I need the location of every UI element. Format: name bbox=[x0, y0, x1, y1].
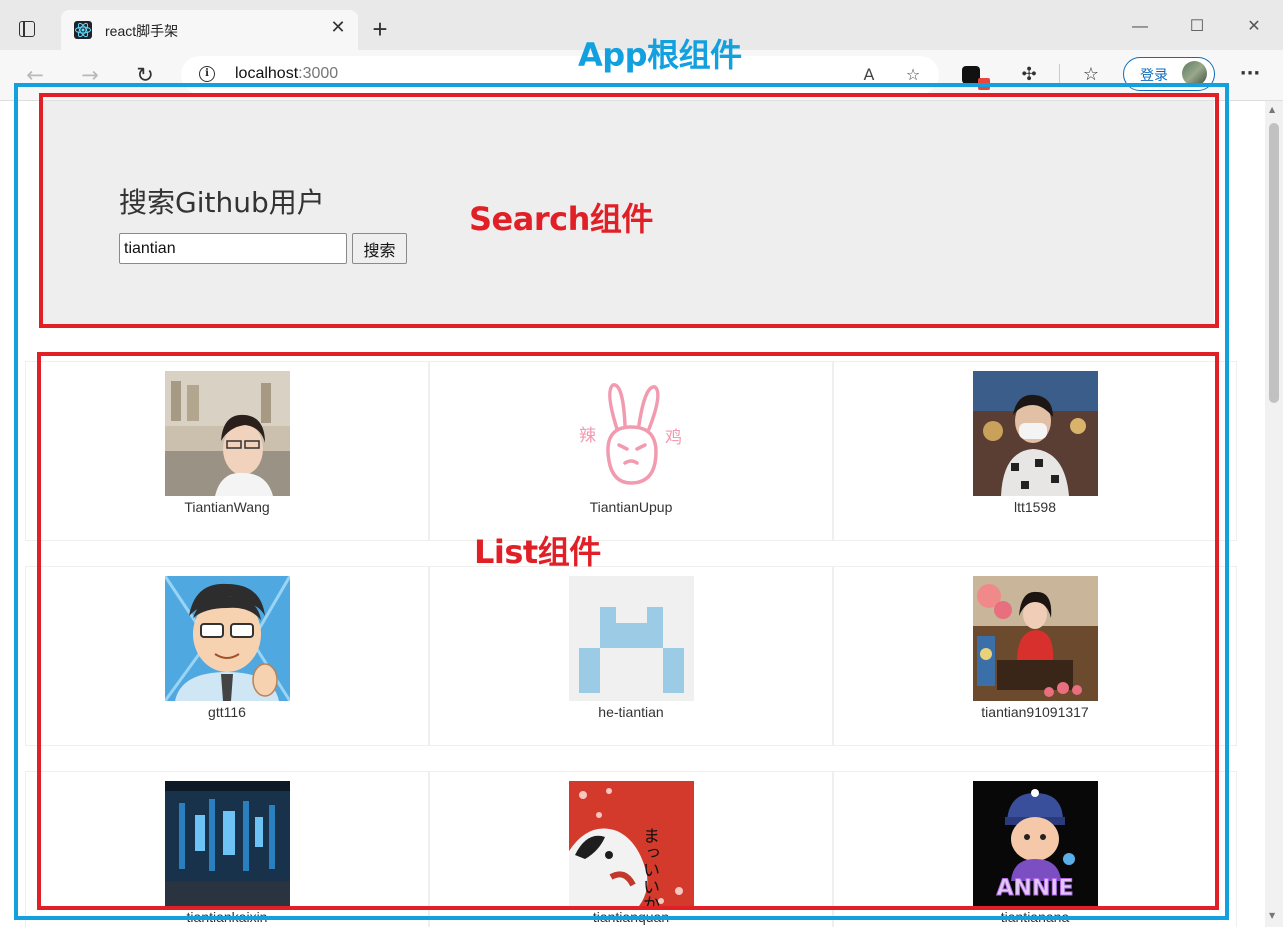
avatar-text: ANNIE bbox=[996, 876, 1073, 901]
user-card[interactable]: tiantiankaixin bbox=[25, 771, 429, 927]
scroll-down-icon[interactable]: ▼ bbox=[1269, 911, 1275, 920]
favorites-icon[interactable]: ☆ bbox=[1078, 63, 1104, 87]
avatar-text-right: 鸡 bbox=[665, 428, 682, 448]
vertical-scrollbar[interactable]: ▲ ▼ bbox=[1265, 101, 1283, 927]
app-component-label: App根组件 bbox=[578, 36, 742, 74]
user-avatar[interactable]: ANNIE bbox=[973, 781, 1098, 906]
user-card[interactable]: tiantian91091317 bbox=[833, 566, 1237, 746]
avatar-text-left: 辣 bbox=[579, 426, 596, 446]
add-favorite-icon[interactable]: ☆ bbox=[901, 64, 925, 86]
url-port: :3000 bbox=[298, 65, 339, 82]
user-login[interactable]: tiantianquan bbox=[430, 909, 832, 925]
back-icon[interactable]: ← bbox=[22, 63, 48, 87]
user-login[interactable]: TiantianWang bbox=[26, 499, 428, 515]
user-login[interactable]: tiantiankaixin bbox=[26, 909, 428, 925]
extension-badge-icon bbox=[978, 78, 990, 90]
tab-title: react脚手架 bbox=[105, 23, 179, 39]
user-card[interactable]: ANNIE tiantianana bbox=[833, 771, 1237, 927]
tab-close-icon[interactable]: ✕ bbox=[327, 17, 349, 39]
toolbar-divider bbox=[1059, 64, 1060, 86]
address-bar[interactable]: i localhost:3000 A ☆ bbox=[181, 56, 939, 94]
user-avatar[interactable] bbox=[569, 576, 694, 701]
user-login[interactable]: tiantianana bbox=[834, 909, 1236, 925]
profile-avatar bbox=[1182, 61, 1207, 86]
site-info-icon[interactable]: i bbox=[199, 66, 215, 82]
user-avatar[interactable] bbox=[973, 576, 1098, 701]
refresh-icon[interactable]: ↻ bbox=[132, 63, 158, 87]
user-avatar[interactable]: 辣 鸡 bbox=[569, 371, 694, 496]
list-component-label: List组件 bbox=[474, 533, 601, 571]
user-card[interactable]: he-tiantian bbox=[429, 566, 833, 746]
minimize-icon[interactable]: — bbox=[1125, 12, 1155, 42]
user-login[interactable]: gtt116 bbox=[26, 704, 428, 720]
avatar-text: まっいいか bbox=[639, 827, 659, 906]
user-avatar[interactable] bbox=[165, 576, 290, 701]
maximize-icon[interactable]: ☐ bbox=[1182, 12, 1212, 42]
user-card[interactable]: まっいいか tiantianquan bbox=[429, 771, 833, 927]
user-avatar[interactable] bbox=[165, 781, 290, 906]
user-login[interactable]: ltt1598 bbox=[834, 499, 1236, 515]
new-tab-icon[interactable]: + bbox=[367, 16, 393, 42]
extensions-puzzle-icon[interactable]: ✣ bbox=[1016, 63, 1042, 87]
more-options-icon[interactable]: ··· bbox=[1237, 62, 1263, 86]
url-host: localhost bbox=[235, 65, 299, 82]
browser-tab[interactable]: react脚手架 ✕ bbox=[61, 10, 358, 50]
user-card[interactable]: TiantianWang bbox=[25, 361, 429, 541]
read-aloud-icon[interactable]: A bbox=[857, 64, 881, 86]
scroll-up-icon[interactable]: ▲ bbox=[1269, 105, 1275, 114]
user-avatar[interactable] bbox=[165, 371, 290, 496]
user-login[interactable]: tiantian91091317 bbox=[834, 704, 1236, 720]
user-avatar[interactable]: まっいいか bbox=[569, 781, 694, 906]
scroll-thumb[interactable] bbox=[1269, 123, 1279, 403]
window-close-icon[interactable]: ✕ bbox=[1239, 12, 1269, 42]
user-card[interactable]: 辣 鸡 TiantianUpup bbox=[429, 361, 833, 541]
user-avatar[interactable] bbox=[973, 371, 1098, 496]
user-login[interactable]: he-tiantian bbox=[430, 704, 832, 720]
user-card[interactable]: gtt116 bbox=[25, 566, 429, 746]
search-component-label: Search组件 bbox=[469, 200, 653, 238]
user-card[interactable]: ltt1598 bbox=[833, 361, 1237, 541]
user-login[interactable]: TiantianUpup bbox=[430, 499, 832, 515]
url-text[interactable]: localhost:3000 bbox=[235, 65, 338, 83]
login-label: 登录 bbox=[1140, 68, 1168, 84]
sidebar-icon[interactable] bbox=[19, 21, 35, 37]
react-favicon-icon bbox=[74, 21, 92, 39]
forward-icon[interactable]: → bbox=[77, 63, 103, 87]
login-button[interactable]: 登录 bbox=[1123, 57, 1215, 91]
